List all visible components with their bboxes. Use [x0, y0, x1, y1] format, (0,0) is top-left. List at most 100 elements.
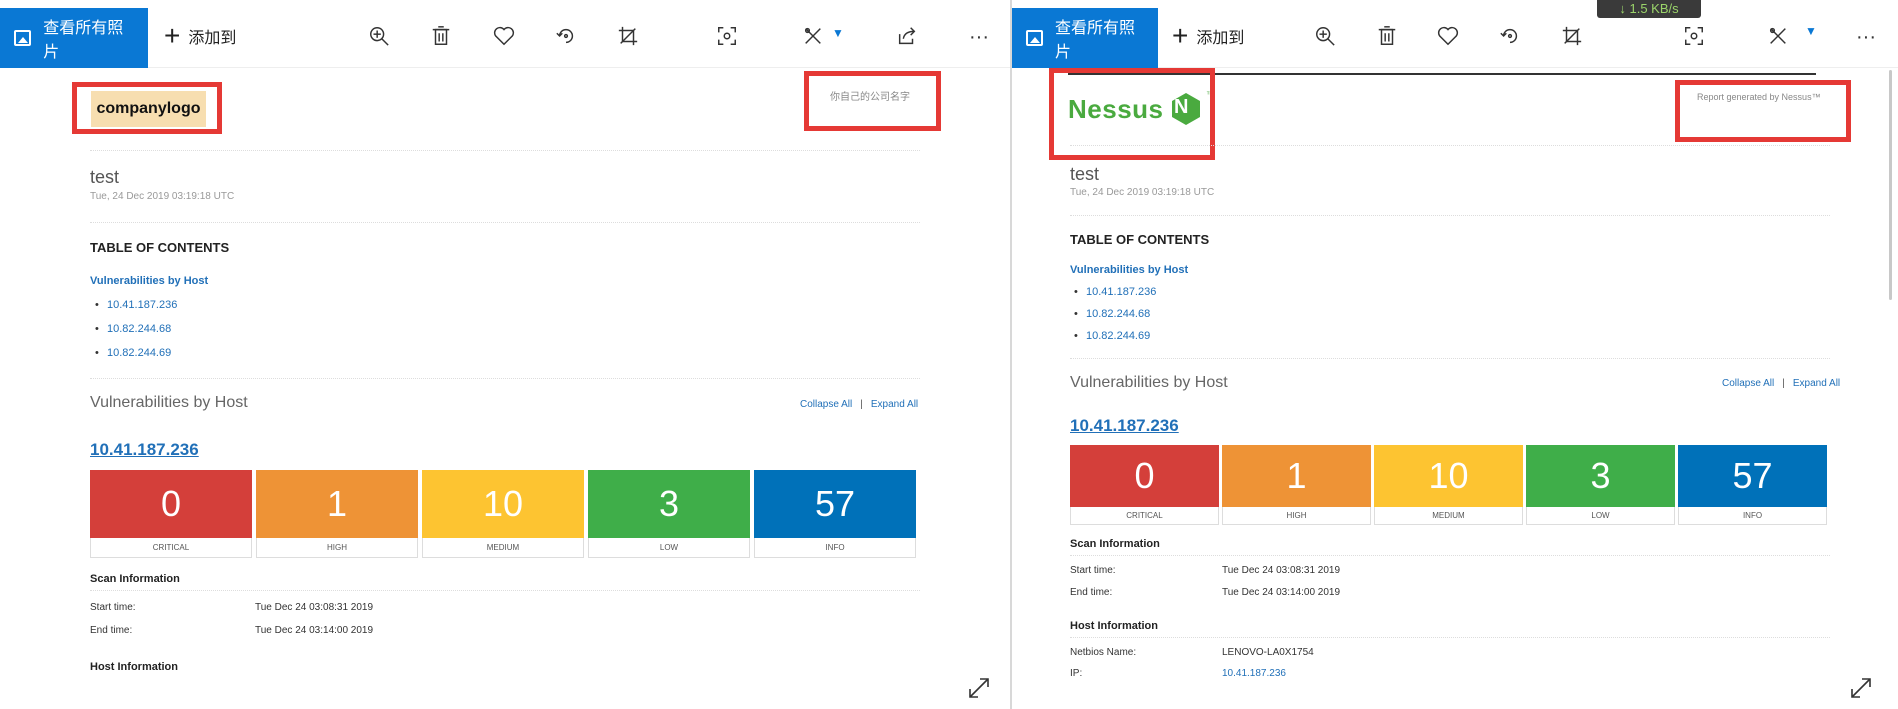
netbios-value: LENOVO-LA0X1754	[1222, 647, 1314, 658]
plus-icon: +	[1172, 20, 1189, 51]
end-time-label: End time:	[1070, 587, 1113, 598]
divider	[1070, 215, 1830, 216]
photo-icon	[1026, 30, 1043, 46]
share-icon[interactable]	[895, 25, 919, 49]
scan-info-heading: Scan Information	[90, 573, 180, 585]
add-to-button[interactable]: + 添加到	[164, 20, 236, 51]
severity-critical-label: CRITICAL	[90, 538, 252, 558]
severity-critical-count: 0	[1070, 445, 1219, 507]
collapse-all-link[interactable]: Collapse All	[1722, 378, 1774, 389]
logo-highlight-box	[72, 82, 222, 134]
view-all-label: 查看所有照片	[43, 20, 124, 61]
zoom-in-icon[interactable]	[367, 25, 391, 49]
delete-icon[interactable]	[1375, 25, 1399, 49]
toc-ip-link[interactable]: 10.41.187.236	[95, 299, 177, 311]
start-time-value: Tue Dec 24 03:08:31 2019	[1222, 565, 1341, 576]
vertical-scrollbar[interactable]	[1886, 70, 1896, 700]
end-time-value: Tue Dec 24 03:14:00 2019	[255, 625, 374, 636]
crop-icon[interactable]	[1560, 25, 1584, 49]
company-highlight-box	[804, 71, 941, 131]
plus-icon: +	[164, 20, 181, 51]
report-title: test	[1070, 164, 1100, 184]
netbios-label: Netbios Name:	[1070, 647, 1137, 658]
start-time-label: Start time:	[90, 602, 136, 613]
report-title: test	[90, 167, 120, 187]
severity-medium-label: MEDIUM	[1374, 507, 1523, 525]
toc-ip-link[interactable]: 10.82.244.69	[95, 347, 171, 359]
report-date: Tue, 24 Dec 2019 03:19:18 UTC	[1070, 187, 1215, 198]
toc-vulns-by-host-link[interactable]: Vulnerabilities by Host	[90, 275, 208, 287]
collapse-all-link[interactable]: Collapse All	[800, 399, 852, 410]
toc-ip-link[interactable]: 10.82.244.68	[1074, 308, 1150, 320]
delete-icon[interactable]	[429, 25, 453, 49]
vulns-by-host-heading: Vulnerabilities by Host	[90, 394, 248, 411]
fullscreen-expand-icon[interactable]	[966, 675, 992, 701]
edit-icon[interactable]	[1766, 25, 1790, 49]
more-icon[interactable]: ···	[967, 25, 991, 49]
add-to-button[interactable]: + 添加到	[1172, 20, 1245, 51]
toc-ip-link[interactable]: 10.82.244.69	[1074, 330, 1150, 342]
toc-ip-link[interactable]: 10.82.244.68	[95, 323, 171, 335]
start-time-value: Tue Dec 24 03:08:31 2019	[255, 602, 374, 613]
divider	[90, 222, 920, 223]
toolbar: 查看所有照片 + 添加到 ▼ ···	[0, 0, 1010, 68]
toc-ip-link[interactable]: 10.41.187.236	[1074, 286, 1156, 298]
severity-medium-label: MEDIUM	[422, 538, 584, 558]
severity-critical-count: 0	[90, 470, 252, 538]
ip-value-link[interactable]: 10.41.187.236	[1222, 668, 1286, 679]
view-all-label: 查看所有照片	[1054, 20, 1135, 61]
generated-by-highlight-box	[1675, 80, 1851, 142]
edit-icon[interactable]	[801, 25, 825, 49]
divider	[90, 378, 920, 379]
severity-medium-count: 10	[1374, 445, 1523, 507]
photo-icon	[14, 30, 32, 46]
crop-icon[interactable]	[616, 25, 640, 49]
scrollbar-thumb[interactable]	[1889, 70, 1892, 300]
toc-heading: TABLE OF CONTENTS	[1070, 232, 1210, 247]
expand-all-link[interactable]: Expand All	[1793, 378, 1840, 389]
vulns-by-host-heading: Vulnerabilities by Host	[1070, 374, 1228, 391]
view-all-photos-button[interactable]: 查看所有照片	[1012, 8, 1158, 68]
toc-heading: TABLE OF CONTENTS	[90, 240, 230, 255]
fullscreen-expand-icon[interactable]	[1848, 675, 1874, 701]
severity-info-label: INFO	[754, 538, 916, 558]
view-all-photos-button[interactable]: 查看所有照片	[0, 8, 148, 68]
screen-capture-icon[interactable]	[1682, 25, 1706, 49]
left-photo-viewer: 查看所有照片 + 添加到 ▼ ··· companylogo 你自己的公司名字 …	[0, 0, 1010, 709]
rotate-icon[interactable]	[1498, 25, 1522, 49]
rotate-icon[interactable]	[554, 25, 578, 49]
divider	[1070, 358, 1830, 359]
expand-all-link[interactable]: Expand All	[871, 399, 918, 410]
screen-capture-icon[interactable]	[715, 25, 739, 49]
severity-low-count: 3	[588, 470, 750, 538]
severity-low-label: LOW	[588, 538, 750, 558]
favorite-icon[interactable]	[1436, 25, 1460, 49]
severity-high-count: 1	[256, 470, 418, 538]
chevron-down-icon[interactable]: ▼	[832, 26, 844, 40]
severity-info-count: 57	[1678, 445, 1827, 507]
host-ip-link[interactable]: 10.41.187.236	[1070, 416, 1179, 436]
divider	[90, 590, 920, 591]
collapse-expand-links: Collapse All | Expand All	[1722, 378, 1840, 389]
severity-medium-count: 10	[422, 470, 584, 538]
host-ip-link[interactable]: 10.41.187.236	[90, 440, 199, 460]
severity-high-count: 1	[1222, 445, 1371, 507]
divider	[1070, 555, 1830, 556]
add-to-label: 添加到	[1196, 30, 1245, 47]
more-icon[interactable]: ···	[1854, 25, 1878, 49]
toolbar: 查看所有照片 + 添加到 ▼ ···	[1012, 0, 1898, 68]
network-speed-indicator: ↓ 1.5 KB/s	[1597, 0, 1701, 18]
severity-low-label: LOW	[1526, 507, 1675, 525]
favorite-icon[interactable]	[492, 25, 516, 49]
toc-vulns-by-host-link[interactable]: Vulnerabilities by Host	[1070, 264, 1188, 276]
link-separator: |	[1782, 378, 1785, 389]
divider	[1070, 145, 1830, 146]
severity-info-count: 57	[754, 470, 916, 538]
chevron-down-icon[interactable]: ▼	[1805, 24, 1817, 38]
end-time-label: End time:	[90, 625, 133, 636]
host-info-heading: Host Information	[1070, 620, 1158, 632]
zoom-in-icon[interactable]	[1313, 25, 1337, 49]
link-separator: |	[860, 399, 863, 410]
divider	[90, 150, 920, 151]
host-info-heading: Host Information	[90, 661, 178, 673]
